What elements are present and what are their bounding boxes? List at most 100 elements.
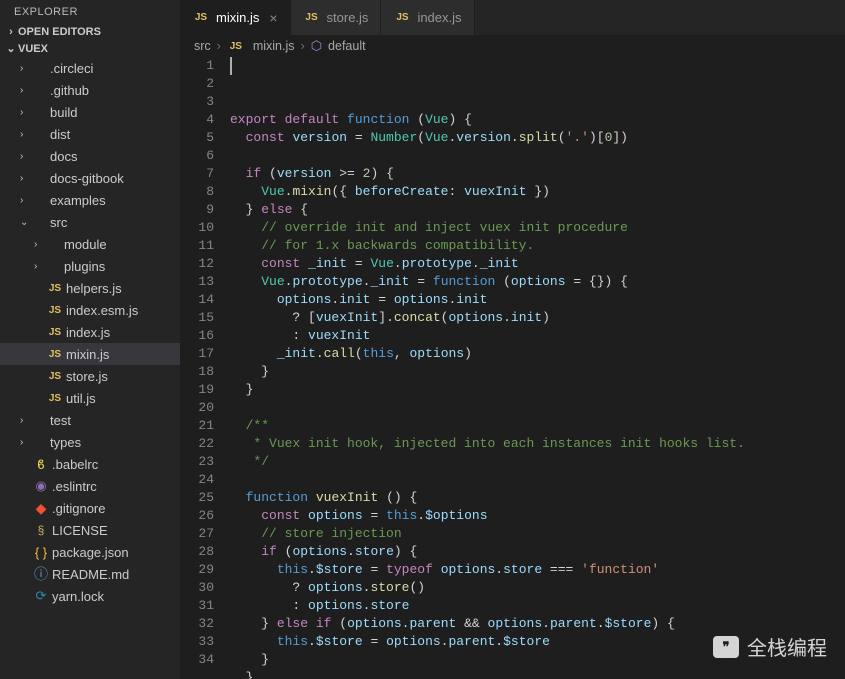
file-row[interactable]: JSstore.js: [0, 365, 180, 387]
code-line[interactable]: [230, 399, 845, 417]
chevron-right-icon: ›: [217, 39, 221, 53]
code-content[interactable]: export default function (Vue) { const ve…: [230, 57, 845, 679]
chevron-right-icon: ›: [20, 107, 32, 118]
folder-row[interactable]: ›dist: [0, 123, 180, 145]
code-line[interactable]: ? options.store(): [230, 579, 845, 597]
folder-row[interactable]: ⌄src: [0, 211, 180, 233]
code-line[interactable]: }: [230, 381, 845, 399]
code-line[interactable]: }: [230, 669, 845, 679]
tree-item-label: docs: [50, 149, 77, 164]
tree-item-label: dist: [50, 127, 70, 142]
file-row[interactable]: { }package.json: [0, 541, 180, 563]
close-icon[interactable]: ×: [265, 10, 277, 26]
folder-row[interactable]: ›docs: [0, 145, 180, 167]
code-line[interactable]: const _init = Vue.prototype._init: [230, 255, 845, 273]
line-gutter: 1234567891011121314151617181920212223242…: [180, 57, 230, 679]
code-line[interactable]: const version = Number(Vue.version.split…: [230, 129, 845, 147]
code-line[interactable]: Vue.prototype._init = function (options …: [230, 273, 845, 291]
tree-item-label: mixin.js: [66, 347, 109, 362]
tree-item-label: .circleci: [50, 61, 93, 76]
code-line[interactable]: : vuexInit: [230, 327, 845, 345]
eslint-file-icon: ◉: [32, 478, 50, 494]
folder-row[interactable]: ›.github: [0, 79, 180, 101]
code-line[interactable]: if (version >= 2) {: [230, 165, 845, 183]
code-line[interactable]: if (options.store) {: [230, 543, 845, 561]
js-file-icon: JS: [192, 12, 210, 23]
js-file-icon: JS: [46, 349, 64, 360]
code-line[interactable]: export default function (Vue) {: [230, 111, 845, 129]
file-row[interactable]: ⟳yarn.lock: [0, 585, 180, 607]
git-file-icon: ◆: [32, 500, 50, 517]
file-row[interactable]: ◆.gitignore: [0, 497, 180, 519]
editor-area: JS mixin.js × JSstore.jsJSindex.js src › JS…: [180, 0, 845, 679]
file-row[interactable]: JSindex.js: [0, 321, 180, 343]
code-line[interactable]: * Vuex init hook, injected into each ins…: [230, 435, 845, 453]
editor-tab[interactable]: JSstore.js: [291, 0, 382, 35]
tree-item-label: index.esm.js: [66, 303, 138, 318]
editor-tab[interactable]: JSindex.js: [381, 0, 474, 35]
file-row[interactable]: JSindex.esm.js: [0, 299, 180, 321]
folder-row[interactable]: ›docs-gitbook: [0, 167, 180, 189]
tree-item-label: build: [50, 105, 77, 120]
chevron-down-icon: ⌄: [4, 42, 18, 55]
symbol-icon: ⬡: [311, 38, 322, 54]
tree-item-label: .babelrc: [52, 457, 98, 472]
chevron-right-icon: ›: [34, 261, 46, 272]
breadcrumb-file[interactable]: mixin.js: [253, 39, 295, 53]
code-line[interactable]: } else if (options.parent && options.par…: [230, 615, 845, 633]
file-row[interactable]: JSutil.js: [0, 387, 180, 409]
js-file-icon: JS: [46, 393, 64, 404]
folder-row[interactable]: ›module: [0, 233, 180, 255]
code-line[interactable]: // store injection: [230, 525, 845, 543]
code-line[interactable]: function vuexInit () {: [230, 489, 845, 507]
breadcrumb[interactable]: src › JS mixin.js › ⬡ default: [180, 35, 845, 57]
js-file-icon: JS: [46, 305, 64, 316]
section-open-editors[interactable]: › OPEN EDITORS: [0, 24, 180, 40]
cursor: [230, 57, 232, 75]
explorer-title: EXPLORER: [0, 0, 180, 24]
folder-row[interactable]: ›types: [0, 431, 180, 453]
code-line[interactable]: const options = this.$options: [230, 507, 845, 525]
code-line[interactable]: // for 1.x backwards compatibility.: [230, 237, 845, 255]
folder-row[interactable]: ›examples: [0, 189, 180, 211]
file-row[interactable]: JSmixin.js: [0, 343, 180, 365]
code-line[interactable]: [230, 471, 845, 489]
folder-row[interactable]: › plugins: [0, 255, 180, 277]
wechat-icon: ❞: [713, 636, 739, 658]
file-row[interactable]: ϐ.babelrc: [0, 453, 180, 475]
file-row[interactable]: §LICENSE: [0, 519, 180, 541]
code-editor[interactable]: 1234567891011121314151617181920212223242…: [180, 57, 845, 679]
code-line[interactable]: }: [230, 363, 845, 381]
file-row[interactable]: ◉.eslintrc: [0, 475, 180, 497]
tree-item-label: examples: [50, 193, 106, 208]
code-line[interactable]: // override init and inject vuex init pr…: [230, 219, 845, 237]
code-line[interactable]: : options.store: [230, 597, 845, 615]
code-line[interactable]: options.init = options.init: [230, 291, 845, 309]
tree-item-label: plugins: [64, 259, 105, 274]
section-project[interactable]: ⌄ VUEX: [0, 40, 180, 57]
code-line[interactable]: _init.call(this, options): [230, 345, 845, 363]
file-row[interactable]: ⓘREADME.md: [0, 563, 180, 585]
code-line[interactable]: Vue.mixin({ beforeCreate: vuexInit }): [230, 183, 845, 201]
tree-item-label: util.js: [66, 391, 96, 406]
editor-tab[interactable]: JS mixin.js ×: [180, 0, 291, 35]
lic-file-icon: §: [32, 523, 50, 537]
tree-item-label: .gitignore: [52, 501, 105, 516]
breadcrumb-folder[interactable]: src: [194, 39, 211, 53]
js-file-icon: JS: [227, 41, 245, 52]
folder-row[interactable]: ›.circleci: [0, 57, 180, 79]
code-line[interactable]: /**: [230, 417, 845, 435]
code-line[interactable]: ? [vuexInit].concat(options.init): [230, 309, 845, 327]
code-line[interactable]: this.$store = typeof options.store === '…: [230, 561, 845, 579]
breadcrumb-symbol[interactable]: default: [328, 39, 366, 53]
file-row[interactable]: JShelpers.js: [0, 277, 180, 299]
chevron-right-icon: ›: [4, 26, 18, 38]
code-line[interactable]: */: [230, 453, 845, 471]
chevron-right-icon: ›: [301, 39, 305, 53]
tree-item-label: module: [64, 237, 107, 252]
code-line[interactable]: [230, 147, 845, 165]
tab-label: mixin.js: [216, 10, 259, 25]
folder-row[interactable]: › build: [0, 101, 180, 123]
code-line[interactable]: } else {: [230, 201, 845, 219]
folder-row[interactable]: ›test: [0, 409, 180, 431]
